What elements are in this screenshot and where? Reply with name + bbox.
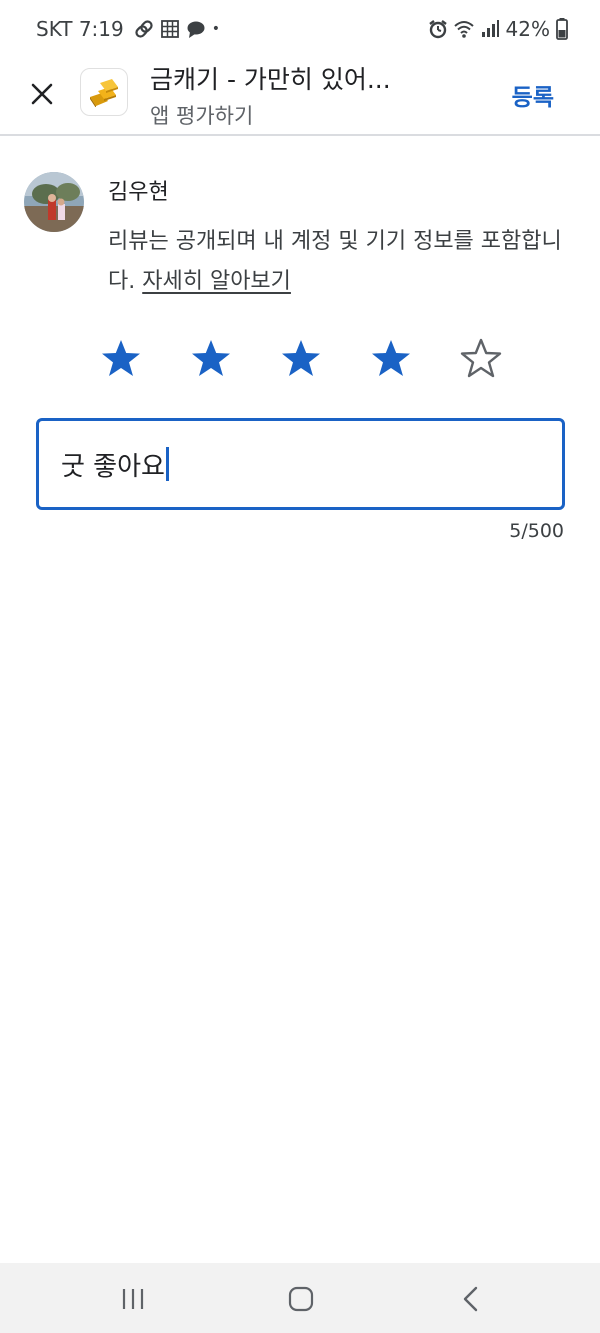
recent-apps-button[interactable] — [118, 1285, 148, 1313]
text-cursor — [165, 447, 169, 481]
review-notice: 리뷰는 공개되며 내 계정 및 기기 정보를 포함합니다. 자세히 알아보기 — [108, 222, 568, 302]
star-empty-icon[interactable] — [460, 338, 502, 380]
post-button[interactable]: 등록 — [512, 78, 554, 112]
carrier-time: SKT 7:19 — [36, 17, 124, 41]
alarm-icon — [428, 20, 447, 39]
back-button[interactable] — [456, 1285, 486, 1313]
avatar — [24, 172, 84, 232]
status-bar: SKT 7:19 • 42% — [0, 0, 600, 56]
star-filled-icon[interactable] — [100, 338, 142, 380]
user-name: 김우현 — [108, 180, 169, 205]
close-icon — [31, 83, 53, 105]
review-text[interactable]: 굿 좋아요 — [61, 446, 165, 483]
sheet-icon — [160, 20, 179, 38]
app-subtitle: 앱 평가하기 — [150, 104, 254, 128]
home-button[interactable] — [286, 1285, 316, 1313]
app-icon — [80, 68, 128, 116]
review-input[interactable]: 굿 좋아요 — [36, 418, 565, 510]
status-dot: • — [211, 21, 221, 37]
wifi-icon — [453, 21, 474, 38]
battery-icon — [556, 18, 568, 40]
star-filled-icon[interactable] — [280, 338, 322, 380]
back-icon — [463, 1286, 478, 1312]
user-photo — [24, 172, 84, 232]
nav-bar — [0, 1263, 600, 1333]
signal-icon — [481, 20, 499, 37]
app-title: 금캐기 - 가만히 있어... — [150, 65, 391, 94]
close-button[interactable] — [24, 76, 60, 112]
star-filled-icon[interactable] — [190, 338, 232, 380]
battery-level: 42% — [505, 17, 550, 41]
status-right: 42% — [428, 17, 568, 41]
char-count: 5/500 — [509, 520, 564, 542]
recent-apps-icon — [122, 1289, 144, 1309]
app-bar: 금캐기 - 가만히 있어... 앱 평가하기 등록 — [0, 56, 600, 136]
chat-bubble-icon — [187, 21, 205, 38]
star-filled-icon[interactable] — [370, 338, 412, 380]
star-rating — [100, 338, 502, 380]
learn-more-link[interactable]: 자세히 알아보기 — [142, 269, 291, 294]
gold-bars-icon — [90, 79, 118, 107]
status-left: SKT 7:19 • — [36, 17, 220, 41]
link-icon — [135, 20, 153, 38]
notification-icons: • — [134, 19, 220, 39]
home-icon — [288, 1286, 314, 1312]
